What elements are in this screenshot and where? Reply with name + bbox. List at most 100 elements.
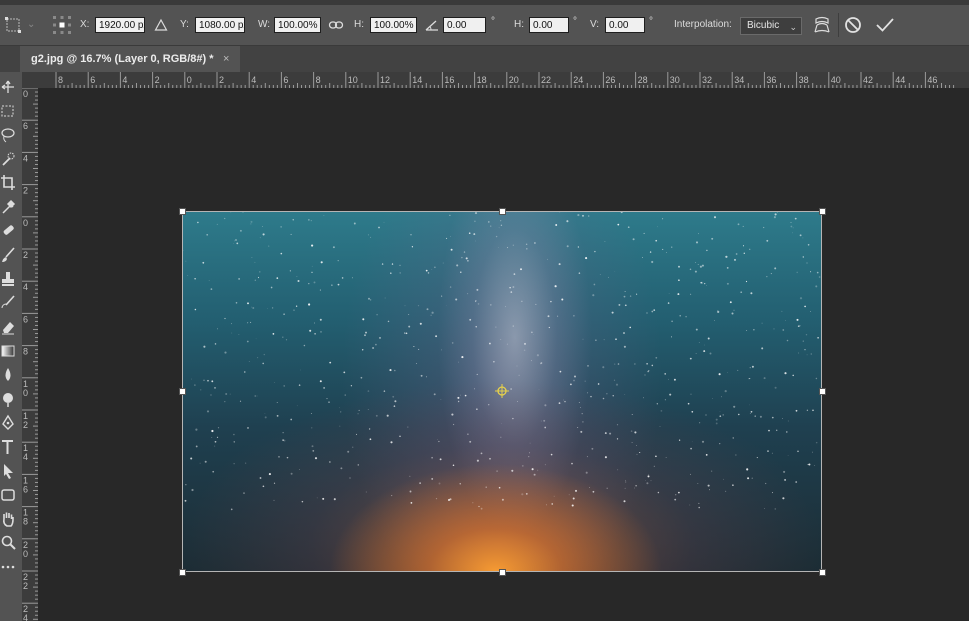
star: [538, 388, 540, 390]
star: [262, 362, 264, 365]
dodge-tool-icon[interactable]: [0, 390, 16, 408]
hskew-field[interactable]: 0.00: [529, 17, 569, 33]
star: [615, 383, 619, 386]
star: [815, 441, 818, 444]
height-field[interactable]: 100.00%: [370, 17, 417, 33]
angle-field[interactable]: 0.00: [443, 17, 486, 33]
star: [809, 311, 811, 312]
width-field[interactable]: 100.00%: [274, 17, 321, 33]
hand-tool-icon[interactable]: [0, 510, 16, 528]
reference-point-icon[interactable]: [52, 15, 72, 35]
type-tool-icon[interactable]: [0, 438, 16, 456]
clone-stamp-tool-icon[interactable]: [0, 270, 16, 288]
star: [375, 343, 377, 346]
handle-top-left[interactable]: [179, 208, 186, 215]
blur-tool-icon[interactable]: [0, 366, 16, 384]
star: [231, 332, 233, 334]
transform-tool-icon[interactable]: [4, 16, 22, 34]
star: [734, 258, 736, 261]
y-field[interactable]: 1080.00 px: [195, 17, 245, 33]
warp-icon[interactable]: [812, 15, 832, 35]
star: [480, 452, 483, 455]
handle-top-right[interactable]: [819, 208, 826, 215]
star: [551, 503, 553, 505]
document-tab[interactable]: g2.jpg @ 16.7% (Layer 0, RGB/8#) * ×: [20, 46, 240, 72]
star: [224, 217, 226, 220]
star: [754, 415, 756, 417]
pen-tool-icon[interactable]: [0, 414, 16, 432]
star: [308, 219, 310, 221]
lasso-tool-icon[interactable]: [0, 126, 16, 144]
hskew-unit: °: [573, 16, 577, 27]
handle-middle-left[interactable]: [179, 388, 186, 395]
handle-middle-right[interactable]: [819, 388, 826, 395]
horizontal-ruler[interactable]: 8 6 4 2 0 2 4 6 8 10 12 14 16 18 20 22 24 26 28 30 32 34 36 38 4…: [22, 72, 969, 89]
star: [451, 413, 454, 416]
star: [469, 440, 472, 443]
ruler-h-label: 46: [927, 75, 937, 85]
star: [704, 283, 706, 285]
star: [706, 249, 708, 252]
star: [577, 427, 579, 428]
more-tools-icon[interactable]: [0, 558, 16, 576]
star: [449, 498, 452, 501]
cancel-icon[interactable]: [844, 16, 862, 34]
star: [667, 302, 670, 304]
star: [280, 252, 283, 255]
star: [250, 220, 253, 223]
star: [664, 373, 667, 375]
move-tool-icon[interactable]: [0, 78, 16, 96]
eraser-tool-icon[interactable]: [0, 318, 16, 336]
gradient-tool-icon[interactable]: [0, 342, 16, 360]
handle-top-center[interactable]: [499, 208, 506, 215]
healing-brush-tool-icon[interactable]: [0, 222, 16, 240]
marquee-tool-icon[interactable]: [0, 102, 16, 120]
star: [293, 309, 295, 311]
zoom-tool-icon[interactable]: [0, 534, 16, 552]
star: [211, 436, 213, 439]
rectangle-tool-icon[interactable]: [0, 486, 16, 504]
star: [647, 475, 650, 478]
tool-dropdown-arrow[interactable]: ⌄: [27, 19, 35, 30]
star: [184, 499, 187, 502]
ruler-v-label: 2: [23, 250, 28, 260]
link-icon[interactable]: [328, 18, 344, 32]
reference-point-marker-icon[interactable]: [495, 384, 509, 398]
vskew-field[interactable]: 0.00: [605, 17, 645, 33]
star: [644, 374, 646, 376]
path-selection-tool-icon[interactable]: [0, 462, 16, 480]
commit-icon[interactable]: [875, 16, 895, 34]
star: [438, 482, 441, 485]
handle-bottom-left[interactable]: [179, 569, 186, 576]
star: [795, 481, 798, 483]
angle-icon[interactable]: [424, 18, 440, 32]
star: [592, 294, 595, 297]
quick-select-tool-icon[interactable]: [0, 150, 16, 168]
x-field[interactable]: 1920.00 px: [95, 17, 145, 33]
star: [653, 465, 655, 467]
star: [606, 487, 608, 490]
history-brush-tool-icon[interactable]: [0, 294, 16, 312]
close-icon[interactable]: ×: [223, 46, 229, 72]
star: [723, 478, 724, 480]
crop-tool-icon[interactable]: [0, 174, 16, 192]
star: [540, 420, 542, 422]
star: [802, 256, 805, 258]
star: [796, 271, 798, 274]
handle-bottom-center[interactable]: [499, 569, 506, 576]
delta-icon[interactable]: [154, 18, 168, 32]
eyedropper-tool-icon[interactable]: [0, 198, 16, 216]
ruler-h-label: 4: [122, 75, 127, 85]
star: [404, 332, 406, 334]
star: [705, 453, 708, 456]
brush-tool-icon[interactable]: [0, 246, 16, 264]
interpolation-select[interactable]: Bicubic ⌄: [740, 17, 802, 35]
star: [259, 237, 261, 239]
horizontal-ruler-ticks: 8 6 4 2 0 2 4 6 8 10 12 14 16 18 20 22 24 26 28 30 32 34 36 38 4…: [55, 72, 955, 88]
star: [246, 340, 249, 343]
star: [375, 414, 378, 417]
vertical-ruler[interactable]: 0642024681012141618202224: [22, 88, 39, 621]
handle-bottom-right[interactable]: [819, 569, 826, 576]
star: [544, 426, 547, 429]
star: [802, 340, 804, 342]
